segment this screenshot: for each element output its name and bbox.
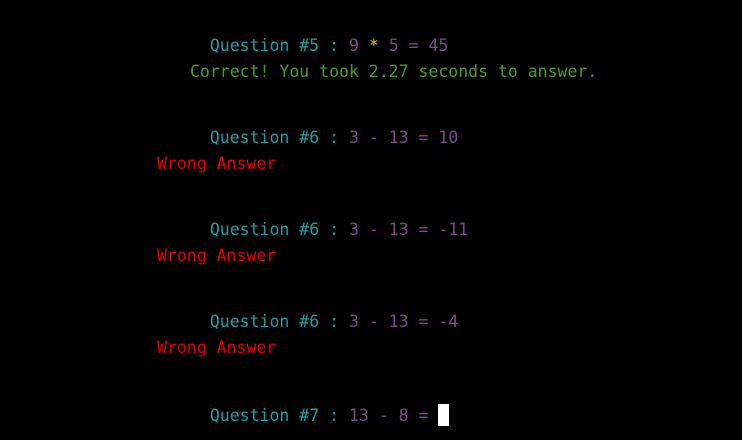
question-label: Question #6: [209, 312, 320, 331]
question-label: Question #7: [209, 406, 320, 425]
question-line: Question #6 : 3 - 13 = 10: [190, 108, 458, 147]
operand-b: 8: [398, 406, 409, 425]
operand-b: 5: [388, 36, 399, 55]
text-cursor[interactable]: [438, 404, 450, 426]
question-separator: :: [329, 128, 340, 147]
question-line: Question #7 : 13 - 8 =: [190, 384, 450, 426]
question-label: Question #6: [209, 128, 320, 147]
operand-b: 13: [388, 220, 409, 239]
question-separator: :: [329, 220, 340, 239]
operator: -: [368, 312, 379, 331]
wrong-message: Wrong Answer: [157, 154, 277, 173]
operand-a: 9: [348, 36, 359, 55]
user-answer: 45: [428, 36, 449, 55]
question-line: Question #6 : 3 - 13 = -4: [190, 292, 458, 331]
question-separator: :: [329, 312, 340, 331]
operand-a: 13: [348, 406, 369, 425]
user-answer: 10: [438, 128, 459, 147]
operand-a: 3: [348, 128, 359, 147]
equals-sign: =: [418, 220, 429, 239]
user-answer: -11: [438, 220, 469, 239]
operand-a: 3: [348, 312, 359, 331]
operand-a: 3: [348, 220, 359, 239]
equals-sign: =: [408, 36, 419, 55]
question-line: Question #6 : 3 - 13 = -11: [190, 200, 468, 239]
equals-sign: =: [418, 406, 429, 425]
wrong-message: Wrong Answer: [157, 338, 277, 357]
equals-sign: =: [418, 312, 429, 331]
correct-message: Correct! You took 2.27 seconds to answer…: [190, 62, 598, 81]
operator: -: [368, 128, 379, 147]
operator: -: [378, 406, 389, 425]
operator: *: [368, 36, 379, 55]
wrong-message: Wrong Answer: [157, 246, 277, 265]
question-separator: :: [329, 36, 340, 55]
operand-b: 13: [388, 312, 409, 331]
operator: -: [368, 220, 379, 239]
question-label: Question #6: [209, 220, 320, 239]
equals-sign: =: [418, 128, 429, 147]
question-separator: :: [329, 406, 340, 425]
question-line: Question #5 : 9 * 5 = 45: [190, 16, 448, 55]
user-answer: -4: [438, 312, 459, 331]
question-label: Question #5: [209, 36, 320, 55]
operand-b: 13: [388, 128, 409, 147]
